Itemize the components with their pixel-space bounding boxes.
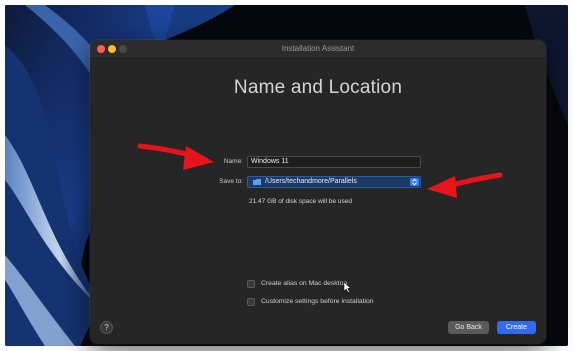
- go-back-button[interactable]: Go Back: [448, 321, 489, 334]
- create-button[interactable]: Create: [497, 321, 536, 334]
- window-title: Installation Assistant: [281, 44, 355, 53]
- window-titlebar: Installation Assistant: [90, 40, 546, 59]
- save-to-label: Save to:: [219, 178, 243, 185]
- customize-settings-checkbox[interactable]: [247, 298, 255, 306]
- name-input[interactable]: Windows 11: [247, 156, 421, 168]
- customize-settings-label: Customize settings before installation: [261, 298, 374, 305]
- chevron-up-down-icon: [410, 178, 419, 186]
- folder-icon: [253, 179, 261, 185]
- installation-assistant-window: Installation Assistant Name and Location…: [90, 40, 546, 344]
- page-title: Name and Location: [233, 77, 403, 98]
- name-label: Name:: [223, 158, 243, 165]
- help-button[interactable]: ?: [100, 321, 113, 334]
- disk-space-info: 21.47 GB of disk space will be used: [249, 198, 352, 205]
- save-to-popup[interactable]: /Users/techandmore/Parallels: [247, 176, 421, 188]
- save-path-text: /Users/techandmore/Parallels: [265, 178, 357, 185]
- create-alias-label: Create alias on Mac desktop: [261, 280, 348, 287]
- create-alias-checkbox[interactable]: [247, 280, 255, 288]
